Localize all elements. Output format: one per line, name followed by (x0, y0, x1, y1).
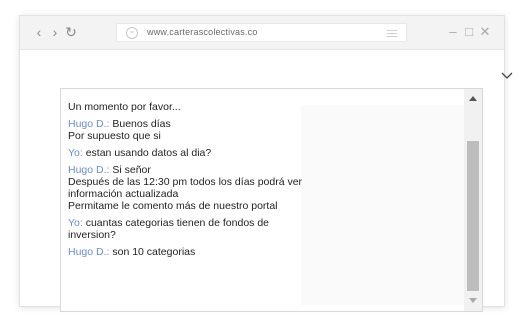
scroll-up-icon[interactable] (468, 94, 478, 102)
chat-message: Hugo D.: son 10 categorias (68, 246, 303, 258)
chat-panel: Un momento por favor... Hugo D.: Buenos d… (60, 88, 483, 312)
message-speaker: Yo: (68, 217, 83, 229)
maximize-icon[interactable]: □ (462, 24, 476, 40)
message-text: Un momento por favor... (68, 101, 181, 113)
chat-message: Un momento por favor... (68, 101, 303, 113)
message-list: Un momento por favor... Hugo D.: Buenos d… (68, 101, 303, 263)
chat-background (301, 105, 465, 305)
back-icon[interactable]: ‹ (32, 24, 46, 40)
message-text: estan usando datos al dia? (82, 147, 212, 159)
url-text: www.carterascolectivas.co (147, 27, 258, 37)
menu-icon[interactable] (386, 27, 398, 39)
message-speaker: Hugo D.: (68, 118, 110, 130)
address-bar[interactable]: www.carterascolectivas.co (116, 23, 407, 42)
chat-message: Hugo D.: Buenos días Por supuesto que si (68, 118, 303, 142)
browser-window: ‹ › ↻ www.carterascolectivas.co – □ ✕ Un… (19, 15, 513, 312)
chat-message: Hugo D.: Si señor Después de las 12:30 pm… (68, 164, 303, 212)
close-icon[interactable]: ✕ (478, 24, 492, 40)
chat-message: Yo: estan usando datos al dia? (68, 147, 303, 159)
scroll-down-icon[interactable] (468, 297, 478, 305)
lock-icon (126, 27, 138, 39)
minimize-icon[interactable]: – (446, 24, 460, 40)
forward-icon[interactable]: › (48, 24, 62, 40)
title-bar: ‹ › ↻ www.carterascolectivas.co – □ ✕ (20, 16, 504, 50)
chat-message: Yo: cuantas categorias tienen de fondos … (68, 217, 303, 241)
message-speaker: Yo: (68, 147, 83, 159)
scrollbar[interactable] (464, 89, 482, 311)
reload-icon[interactable]: ↻ (64, 24, 78, 40)
message-text: cuantas categorias tienen de fondos de i… (68, 217, 270, 241)
message-text: son 10 categorias (109, 246, 196, 258)
message-speaker: Hugo D.: (68, 164, 110, 176)
scroll-thumb[interactable] (467, 141, 479, 291)
message-speaker: Hugo D.: (68, 246, 110, 258)
chat-transcript: Un momento por favor... Hugo D.: Buenos d… (61, 89, 465, 311)
chevron-down-icon[interactable] (500, 70, 514, 82)
